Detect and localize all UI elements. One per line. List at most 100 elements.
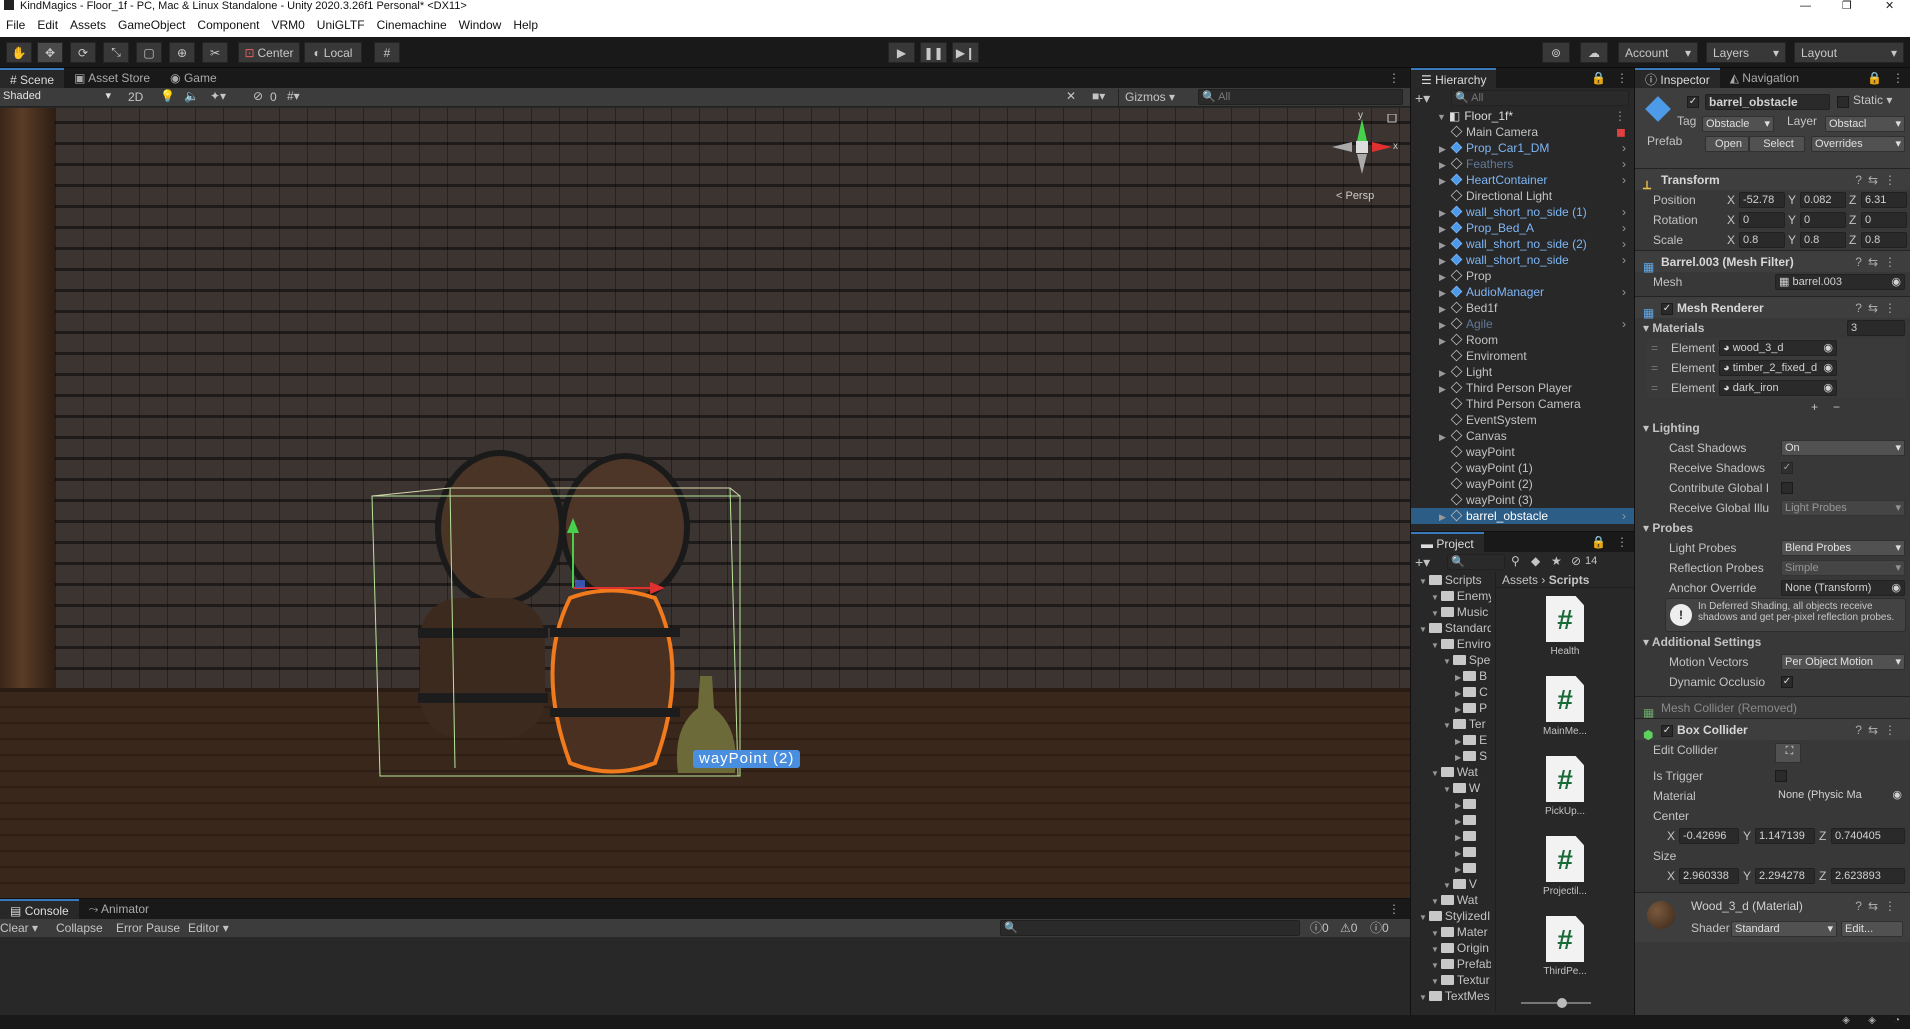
foldout-icon[interactable]: ▶	[1439, 285, 1451, 301]
script-file[interactable]: # MainMe...	[1495, 676, 1635, 737]
project-folder[interactable]: ▼ Spe	[1411, 652, 1491, 668]
object-picker-icon[interactable]: ◉	[1823, 341, 1833, 355]
project-folder[interactable]: ▼ Enviro	[1411, 636, 1491, 652]
project-folder[interactable]: ▼ Enemy	[1411, 588, 1491, 604]
account-dropdown[interactable]: Account ▾	[1618, 42, 1698, 63]
rotate-tool-icon[interactable]: ⟳	[70, 42, 96, 63]
hidden-objects-icon[interactable]: ⊘	[253, 89, 263, 103]
project-folder[interactable]: ▼ Textur	[1411, 972, 1491, 988]
lighting-header[interactable]: ▾ Lighting	[1635, 418, 1910, 438]
mode-2d-button[interactable]: 2D	[128, 90, 143, 104]
tab-console[interactable]: ▤ Console	[0, 899, 79, 919]
tab-inspector[interactable]: ⓘ Inspector	[1635, 68, 1720, 88]
probes-header[interactable]: ▾ Probes	[1635, 518, 1910, 538]
scene-menu-icon[interactable]: ⋮	[1378, 68, 1410, 88]
foldout-icon[interactable]: ▶	[1439, 381, 1451, 397]
material-element-field[interactable]: ◕ timber_2_fixed_d ◉	[1719, 360, 1837, 376]
hierarchy-item[interactable]: Third Person Camera	[1411, 396, 1634, 412]
favorite-icon[interactable]: ★	[1551, 554, 1562, 568]
chevron-right-icon[interactable]: ›	[1622, 316, 1626, 332]
foldout-icon[interactable]: ▼	[1443, 881, 1451, 890]
project-folder[interactable]: ▼ Ter	[1411, 716, 1491, 732]
foldout-icon[interactable]: ▶	[1439, 509, 1451, 525]
chevron-right-icon[interactable]: ›	[1622, 508, 1626, 524]
foldout-icon[interactable]: ▼	[1431, 593, 1439, 602]
hierarchy-item[interactable]: ▶ Bed1f	[1411, 300, 1634, 316]
material-element-field[interactable]: ◕ wood_3_d ◉	[1719, 340, 1837, 356]
zoom-slider-thumb[interactable]	[1557, 998, 1567, 1008]
mesh-renderer-enabled-checkbox[interactable]: ✓	[1661, 302, 1673, 315]
grid-snap-icon[interactable]: #	[374, 42, 400, 63]
scene-menu-icon[interactable]: ⋮	[1614, 108, 1626, 124]
project-folder[interactable]: ▼ Standard	[1411, 620, 1491, 636]
foldout-icon[interactable]: ▶	[1439, 221, 1451, 237]
project-folder[interactable]: ▼ StylizedI	[1411, 908, 1491, 924]
tab-navigation[interactable]: ◭ Navigation	[1720, 68, 1809, 88]
pivot-center-button[interactable]: ⊡ Center	[238, 42, 300, 63]
prefab-open-button[interactable]: Open	[1705, 136, 1749, 152]
foldout-icon[interactable]: ▶	[1439, 173, 1451, 189]
warning-count[interactable]: ⚠0	[1340, 919, 1357, 937]
camera-icon[interactable]: ■▾	[1092, 89, 1105, 103]
project-menu-icon[interactable]: ⋮	[1610, 532, 1634, 552]
custom-tool-icon[interactable]: ✂	[202, 42, 228, 63]
editor-dropdown[interactable]: Editor ▾	[188, 919, 229, 937]
layers-dropdown[interactable]: Layers ▾	[1706, 42, 1786, 63]
component-actions-icon[interactable]: ?⇆⋮	[1855, 719, 1902, 741]
drag-handle-icon[interactable]: =	[1651, 338, 1658, 358]
project-folder[interactable]: ▼ W	[1411, 780, 1491, 796]
center-z-field[interactable]: 0.740405	[1831, 828, 1905, 844]
foldout-icon[interactable]: ▼	[1419, 913, 1427, 922]
audio-toggle-icon[interactable]: 🔈	[184, 89, 199, 103]
foldout-icon[interactable]: ▼	[1419, 577, 1427, 586]
hierarchy-menu-icon[interactable]: ⋮	[1610, 68, 1634, 88]
menu-gameobject[interactable]: GameObject	[112, 13, 191, 37]
rotation-x-field[interactable]: 0	[1739, 212, 1785, 228]
foldout-icon[interactable]: ▼	[1431, 609, 1439, 618]
cast-shadows-dropdown[interactable]: On ▾	[1781, 440, 1905, 456]
hierarchy-item[interactable]: wayPoint (3)	[1411, 492, 1634, 508]
project-folder[interactable]: ▼ Prefab	[1411, 956, 1491, 972]
layer-dropdown[interactable]: Obstacl ▾	[1825, 116, 1905, 132]
project-folder[interactable]: ▼ Wat	[1411, 764, 1491, 780]
foldout-icon[interactable]: ▶	[1439, 269, 1451, 285]
breadcrumb-root[interactable]: Assets	[1502, 573, 1538, 587]
hierarchy-item[interactable]: ▶ AudioManager ›	[1411, 284, 1634, 300]
edit-collider-button[interactable]: ⛶	[1775, 743, 1801, 763]
add-element-button[interactable]: +	[1811, 400, 1818, 414]
hierarchy-item[interactable]: ▶ wall_short_no_side (1) ›	[1411, 204, 1634, 220]
light-probes-dropdown[interactable]: Blend Probes ▾	[1781, 540, 1905, 556]
hierarchy-item[interactable]: ▶ barrel_obstacle ›	[1411, 508, 1634, 524]
prefab-select-button[interactable]: Select	[1749, 136, 1805, 152]
menu-cinemachine[interactable]: Cinemachine	[371, 13, 453, 37]
inspector-menu-icon[interactable]: ⋮	[1886, 68, 1910, 88]
create-icon[interactable]: +▾	[1415, 554, 1430, 571]
foldout-icon[interactable]: ▼	[1419, 993, 1427, 1002]
size-z-field[interactable]: 2.623893	[1831, 868, 1905, 884]
project-folder[interactable]: ▼ Music	[1411, 604, 1491, 620]
chevron-right-icon[interactable]: ›	[1622, 252, 1626, 268]
chevron-right-icon[interactable]: ›	[1622, 236, 1626, 252]
restore-icon[interactable]: ❐	[1842, 0, 1852, 13]
hierarchy-item[interactable]: ▶ Light	[1411, 364, 1634, 380]
hierarchy-item[interactable]: ▶ Prop_Bed_A ›	[1411, 220, 1634, 236]
auto-generate-lighting-icon[interactable]: ◈	[1842, 1015, 1850, 1026]
chevron-right-icon[interactable]: ›	[1622, 220, 1626, 236]
project-folder[interactable]: ▶	[1411, 796, 1491, 812]
menu-file[interactable]: File	[0, 13, 31, 37]
box-collider-enabled-checkbox[interactable]: ✓	[1661, 724, 1673, 737]
component-actions-icon[interactable]: ?⇆⋮	[1855, 899, 1902, 913]
is-trigger-checkbox[interactable]	[1775, 770, 1787, 782]
hierarchy-search-input[interactable]: 🔍 All	[1451, 90, 1629, 106]
foldout-icon[interactable]: ▼	[1431, 641, 1439, 650]
tools-icon[interactable]: ✕	[1066, 89, 1076, 103]
additional-settings-header[interactable]: ▾ Additional Settings	[1635, 632, 1910, 652]
hierarchy-item[interactable]: ▶ Prop	[1411, 268, 1634, 284]
hierarchy-item[interactable]: wayPoint	[1411, 444, 1634, 460]
menu-component[interactable]: Component	[191, 13, 265, 37]
chevron-right-icon[interactable]: ›	[1622, 172, 1626, 188]
project-folder[interactable]: ▶	[1411, 812, 1491, 828]
project-search-input[interactable]: 🔍	[1447, 554, 1505, 570]
chevron-right-icon[interactable]: ›	[1622, 204, 1626, 220]
step-button[interactable]: ▶❙	[952, 42, 979, 63]
